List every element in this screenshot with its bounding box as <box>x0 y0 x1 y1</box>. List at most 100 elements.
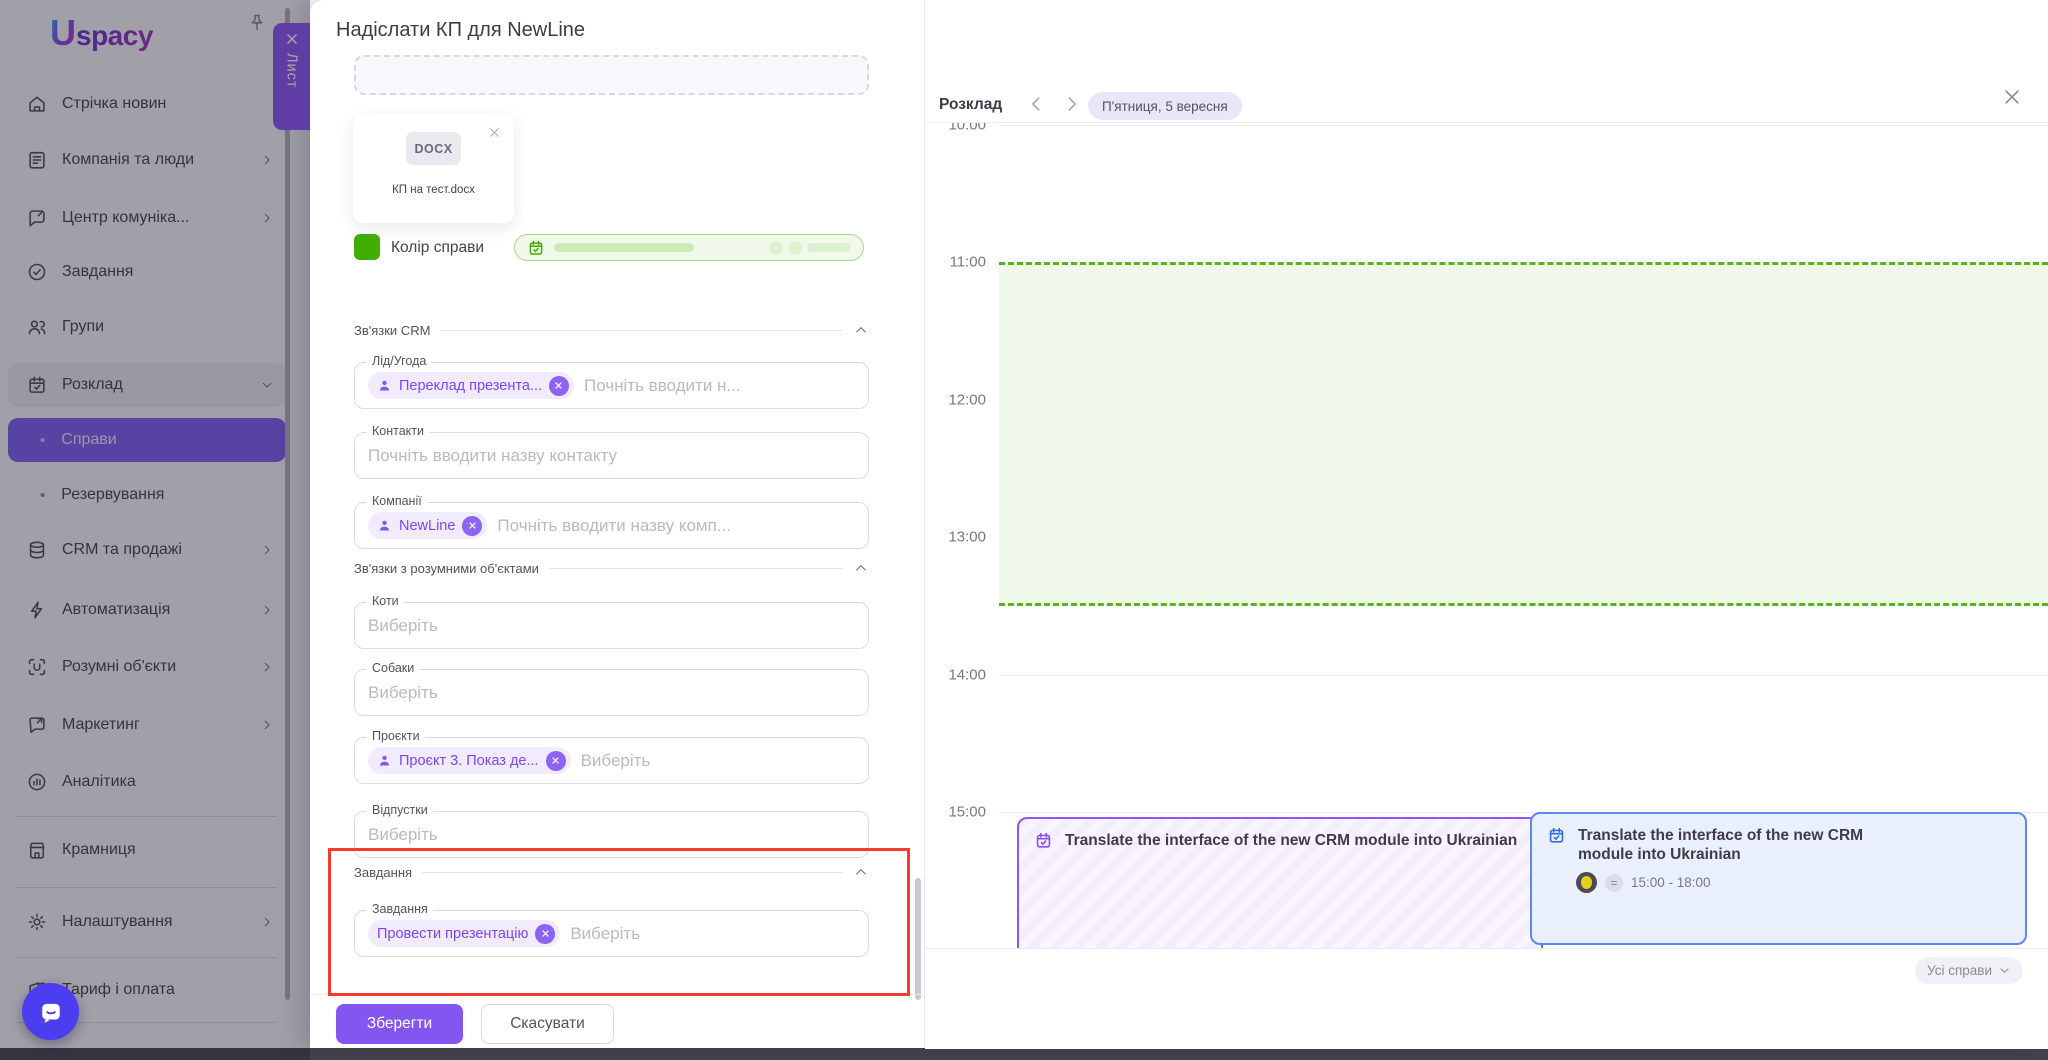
activity-color-swatch[interactable] <box>354 234 380 260</box>
remove-chip-icon[interactable] <box>545 750 566 771</box>
field-label: Завдання <box>367 902 433 916</box>
field-placeholder: Виберіть <box>368 615 438 635</box>
event-title: Translate the interface of the new CRM m… <box>1578 827 1864 863</box>
section-title: Завдання <box>354 864 413 880</box>
field-label: Контакти <box>367 424 429 438</box>
hour-label: 14:00 <box>948 666 986 684</box>
company-chip[interactable]: NewLine <box>368 512 488 539</box>
field-label: Собаки <box>367 661 420 675</box>
field-placeholder: Почніть вводити н... <box>583 375 741 395</box>
chat-bubble-icon <box>41 1003 60 1023</box>
section-divider <box>422 871 843 873</box>
chevron-left-icon <box>1032 97 1040 111</box>
schedule-footer: Усі справи <box>925 948 2048 1049</box>
filter-label: Усі справи <box>1927 963 1992 978</box>
contacts-field[interactable]: Контакти Почніть вводити назву контакту <box>354 424 869 479</box>
field-placeholder: Почніть вводити назву комп... <box>497 515 731 535</box>
tasks-field[interactable]: Завдання Провести презентацію Виберіть <box>354 902 869 957</box>
activities-filter-dropdown[interactable]: Усі справи <box>1915 957 2023 984</box>
schedule-panel: Розклад П'ятниця, 5 вересня 10:00 11:00 … <box>924 0 2048 1049</box>
preview-avatar-dot <box>769 240 783 255</box>
support-chat-button[interactable] <box>22 983 79 1040</box>
dogs-field[interactable]: Собаки Виберіть <box>354 661 869 716</box>
person-icon <box>380 380 389 391</box>
field-placeholder: Виберіть <box>580 750 651 770</box>
close-icon <box>2005 90 2019 104</box>
task-chip[interactable]: Провести презентацію <box>368 920 561 947</box>
event-time: 15:00 - 18:00 <box>1631 875 1711 890</box>
field-placeholder: Виберіть <box>570 923 641 943</box>
remove-chip-icon[interactable] <box>548 375 569 396</box>
hour-label: 12:00 <box>948 391 986 409</box>
field-label: Коти <box>367 594 404 608</box>
hour-label: 13:00 <box>948 528 986 546</box>
field-label: Проєкти <box>367 729 425 743</box>
date-pill[interactable]: П'ятниця, 5 вересня <box>1088 92 1242 120</box>
prev-day-button[interactable] <box>1025 93 1047 115</box>
field-placeholder: Почніть вводити назву контакту <box>368 445 618 465</box>
schedule-header: Розклад П'ятниця, 5 вересня <box>925 0 2048 123</box>
close-panel-button[interactable] <box>2002 87 2022 107</box>
field-label: Компанії <box>367 494 427 508</box>
footer-divider <box>310 994 924 995</box>
event-card[interactable]: Translate the interface of the new CRM m… <box>1530 812 2027 945</box>
chevron-down-icon <box>2000 968 2009 973</box>
cats-field[interactable]: Коти Виберіть <box>354 594 869 649</box>
save-button[interactable]: Зберегти <box>336 1004 463 1044</box>
attached-file-card[interactable]: DOCX КП на тест.docx <box>353 114 514 223</box>
lead-deal-field[interactable]: Лід/Угода Переклад презента... Почніть в… <box>354 354 869 409</box>
priority-icon: = <box>1605 873 1623 892</box>
activity-color-preview <box>514 234 864 261</box>
remove-file-icon[interactable] <box>488 126 501 139</box>
chevron-right-icon <box>1068 97 1076 111</box>
file-type-badge: DOCX <box>406 132 461 165</box>
project-chip[interactable]: Проєкт 3. Показ де... <box>368 747 571 774</box>
remove-chip-icon[interactable] <box>462 515 483 536</box>
person-icon <box>380 755 389 766</box>
lead-chip[interactable]: Переклад презента... <box>368 372 574 399</box>
calendar-check-icon <box>1036 832 1051 848</box>
section-smart-objects: Зв'язки з розумними об'єктами <box>354 560 869 576</box>
chevron-up-icon[interactable] <box>853 560 869 576</box>
companies-field[interactable]: Компанії NewLine Почніть вводити назву к… <box>354 494 869 549</box>
section-crm-links: Зв'язки CRM <box>354 322 869 338</box>
preview-avatar-dot <box>788 240 802 255</box>
modal-backdrop[interactable] <box>0 0 310 1060</box>
chevron-up-icon[interactable] <box>853 322 869 338</box>
file-drop-zone[interactable] <box>354 55 869 95</box>
next-day-button[interactable] <box>1061 93 1083 115</box>
hour-label: 15:00 <box>948 803 986 821</box>
hour-line <box>999 125 2048 126</box>
field-label: Лід/Угода <box>367 354 432 368</box>
chip-label: NewLine <box>399 517 456 534</box>
day-grid[interactable]: 10:00 11:00 12:00 13:00 14:00 15:00 Tran… <box>925 123 2048 948</box>
assignee-avatar <box>1576 872 1597 893</box>
person-icon <box>380 520 389 531</box>
section-title: Зв'язки CRM <box>354 322 431 338</box>
page-title: Надіслати КП для NewLine <box>336 19 586 41</box>
projects-field[interactable]: Проєкти Проєкт 3. Показ де... Виберіть <box>354 729 869 784</box>
hour-label: 10:00 <box>948 123 986 134</box>
activity-color-label: Колір справи <box>391 239 484 256</box>
field-placeholder: Виберіть <box>368 824 438 844</box>
busy-time-block[interactable] <box>999 262 2048 606</box>
event-title: Translate the interface of the new CRM m… <box>1065 832 1518 849</box>
calendar-check-icon <box>1549 827 1564 843</box>
section-tasks: Завдання <box>354 864 869 880</box>
cancel-button[interactable]: Скасувати <box>481 1004 614 1044</box>
form-scrollbar[interactable] <box>915 878 921 1000</box>
schedule-title: Розклад <box>939 96 1003 113</box>
chip-label: Переклад презента... <box>399 377 542 394</box>
remove-chip-icon[interactable] <box>535 923 556 944</box>
hour-label: 11:00 <box>949 253 986 271</box>
chip-label: Проєкт 3. Показ де... <box>399 752 539 769</box>
field-placeholder: Виберіть <box>368 682 438 702</box>
calendar-check-icon <box>529 240 543 255</box>
chip-label: Провести презентацію <box>377 925 529 942</box>
vacations-field[interactable]: Відпустки Виберіть <box>354 803 869 858</box>
event-card[interactable]: Translate the interface of the new CRM m… <box>1017 817 1543 948</box>
activity-modal: Лист Надіслати КП для NewLine DOCX КП на… <box>273 0 2048 1049</box>
chevron-up-icon[interactable] <box>853 864 869 880</box>
preview-time-bar <box>807 243 851 252</box>
file-name: КП на тест.docx <box>392 184 475 196</box>
